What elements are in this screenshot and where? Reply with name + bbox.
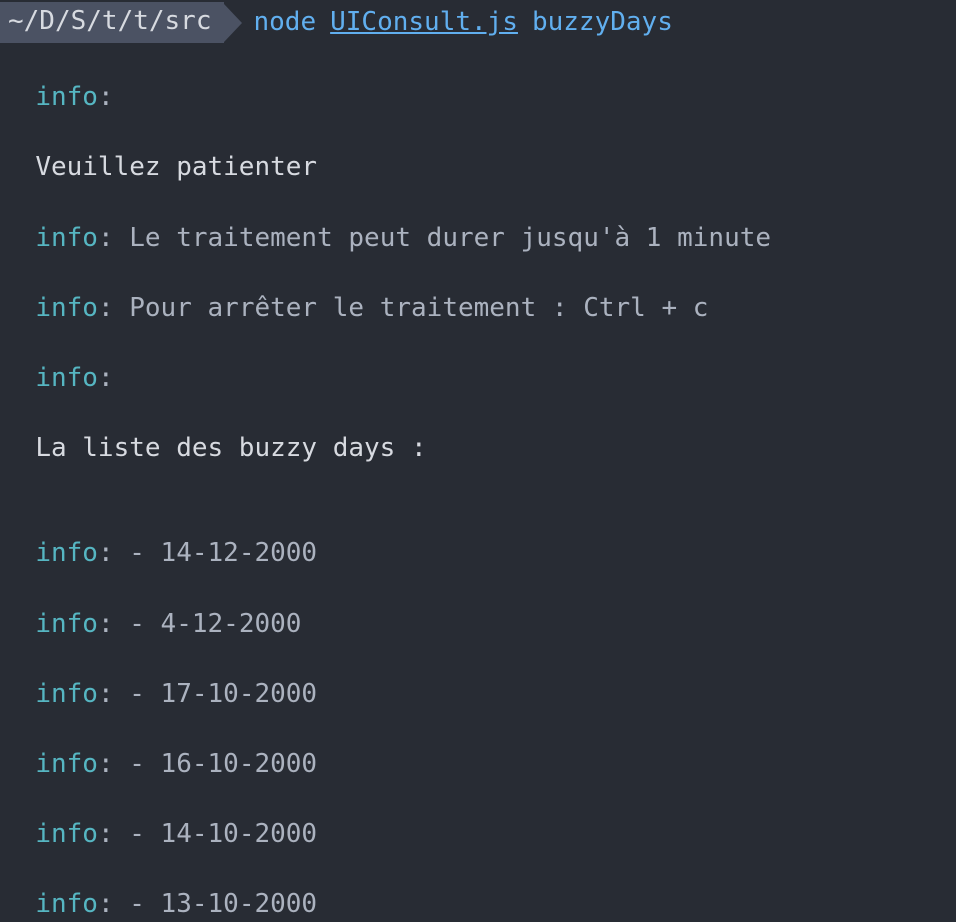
output-line: info: xyxy=(0,326,956,396)
info-msg: Pour arrêter le traitement : Ctrl + c xyxy=(114,293,709,323)
info-label: info xyxy=(35,538,98,568)
info-label: info xyxy=(35,363,98,393)
info-label: info xyxy=(35,889,98,919)
prompt-line: ~/D/S/t/t/src node UIConsult.js buzzyDay… xyxy=(0,2,956,43)
output-line: info: - 17-10-2000 xyxy=(0,642,956,712)
date-entry: - 17-10-2000 xyxy=(114,679,318,709)
info-label: info xyxy=(35,82,98,112)
date-entry: - 13-10-2000 xyxy=(114,889,318,919)
output-line: info: - 14-12-2000 xyxy=(0,501,956,571)
colon: : xyxy=(98,363,114,393)
output-line: info: - 4-12-2000 xyxy=(0,572,956,642)
info-label: info xyxy=(35,609,98,639)
date-entry: - 14-12-2000 xyxy=(114,538,318,568)
date-entry: - 14-10-2000 xyxy=(114,819,318,849)
output-line: info: - 16-10-2000 xyxy=(0,712,956,782)
colon: : xyxy=(98,82,114,112)
info-label: info xyxy=(35,679,98,709)
colon: : xyxy=(98,749,114,779)
colon: : xyxy=(98,679,114,709)
date-entry: - 4-12-2000 xyxy=(114,609,302,639)
output-line: Veuillez patienter xyxy=(0,115,956,185)
wait-message: Veuillez patienter xyxy=(35,152,317,182)
info-label: info xyxy=(35,293,98,323)
command-arg: buzzyDays xyxy=(532,5,673,40)
output-line: info: - 14-10-2000 xyxy=(0,782,956,852)
output-line: info: - 13-10-2000 xyxy=(0,852,956,922)
colon: : xyxy=(98,293,114,323)
command-file: UIConsult.js xyxy=(330,5,518,40)
output-blank-line xyxy=(0,466,956,501)
output-line: info: Le traitement peut durer jusqu'à 1… xyxy=(0,185,956,255)
command-name: node xyxy=(254,5,317,40)
info-label: info xyxy=(35,819,98,849)
colon: : xyxy=(98,889,114,919)
output-line: info: Pour arrêter le traitement : Ctrl … xyxy=(0,256,956,326)
colon: : xyxy=(98,223,114,253)
info-msg: Le traitement peut durer jusqu'à 1 minut… xyxy=(114,223,771,253)
list-header: La liste des buzzy days : xyxy=(35,433,426,463)
date-entry: - 16-10-2000 xyxy=(114,749,318,779)
info-label: info xyxy=(35,223,98,253)
output-line: La liste des buzzy days : xyxy=(0,396,956,466)
output-line: info: xyxy=(0,45,956,115)
info-label: info xyxy=(35,749,98,779)
prompt-path: ~/D/S/t/t/src xyxy=(0,2,224,43)
colon: : xyxy=(98,819,114,849)
colon: : xyxy=(98,609,114,639)
colon: : xyxy=(98,538,114,568)
prompt-arrow-icon xyxy=(224,4,242,42)
